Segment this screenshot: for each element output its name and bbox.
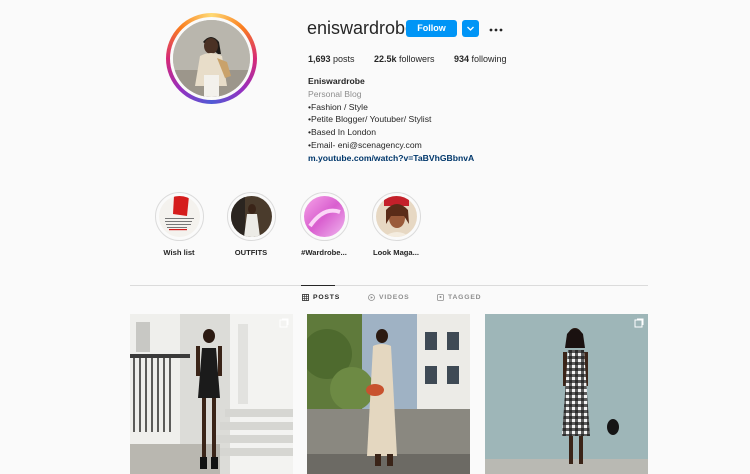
following-count: 934 (454, 54, 470, 64)
post-thumbnail[interactable] (485, 314, 648, 474)
tab-videos[interactable]: VIDEOS (368, 294, 409, 301)
followers-count: 22.5k (374, 54, 397, 64)
tabs-divider (130, 285, 648, 286)
tab-posts[interactable]: POSTS (302, 294, 340, 301)
highlight-label: #Wardrobe... (301, 248, 347, 257)
followers-stat[interactable]: 22.5k followers (374, 54, 435, 64)
profile-bio: Eniswardrobe Personal Blog •Fashion / St… (308, 75, 474, 165)
highlight-wardrobe[interactable]: #Wardrobe... (294, 192, 354, 257)
active-tab-indicator (301, 285, 335, 286)
post-thumbnail[interactable] (307, 314, 470, 474)
highlight-label: Look Maga... (373, 248, 419, 257)
bio-line: •Email- eni@scenagency.com (308, 139, 422, 150)
highlight-cover (303, 196, 345, 237)
tag-icon (437, 294, 444, 301)
bio-category: Personal Blog (308, 88, 362, 99)
posts-label: posts (333, 54, 355, 64)
highlight-cover (375, 196, 417, 237)
play-circle-icon (368, 294, 375, 301)
suggested-accounts-button[interactable] (462, 20, 479, 37)
bio-line: •Based In London (308, 127, 376, 138)
highlight-ring (226, 192, 276, 241)
highlight-cover (158, 196, 200, 237)
following-label: following (471, 54, 507, 64)
tab-tagged[interactable]: TAGGED (437, 294, 481, 301)
grid-icon (302, 294, 309, 301)
profile-username: eniswardrobe (307, 18, 416, 38)
bio-line: •Fashion / Style (308, 101, 368, 112)
highlight-outfits[interactable]: OUTFITS (221, 192, 281, 257)
bio-link[interactable]: m.youtube.com/watch?v=TaBVhGBbnvA (308, 152, 474, 165)
posts-stat: 1,693 posts (308, 54, 355, 64)
ellipsis-icon (489, 28, 503, 32)
highlight-wish-list[interactable]: Wish list (149, 192, 209, 257)
highlight-label: OUTFITS (234, 248, 268, 257)
following-stat[interactable]: 934 following (454, 54, 507, 64)
highlight-cover (230, 196, 272, 237)
follow-button[interactable]: Follow (406, 20, 457, 37)
bio-line: •Petite Blogger/ Youtuber/ Stylist (308, 114, 432, 125)
tab-label: POSTS (313, 294, 341, 301)
carousel-icon (279, 318, 289, 328)
highlight-ring (154, 192, 204, 241)
tab-label: TAGGED (448, 294, 482, 301)
bio-name: Eniswardrobe (308, 76, 365, 86)
highlight-ring (371, 192, 421, 241)
tab-label: VIDEOS (379, 294, 410, 301)
highlight-look-magazine[interactable]: Look Maga... (366, 192, 426, 257)
followers-label: followers (399, 54, 435, 64)
more-options-button[interactable] (489, 22, 503, 32)
posts-count: 1,693 (308, 54, 331, 64)
avatar[interactable] (173, 20, 250, 97)
chevron-down-icon (467, 26, 474, 31)
carousel-icon (634, 318, 644, 328)
post-thumbnail[interactable] (130, 314, 293, 474)
highlight-label: Wish list (163, 248, 195, 257)
highlight-ring (299, 192, 349, 241)
